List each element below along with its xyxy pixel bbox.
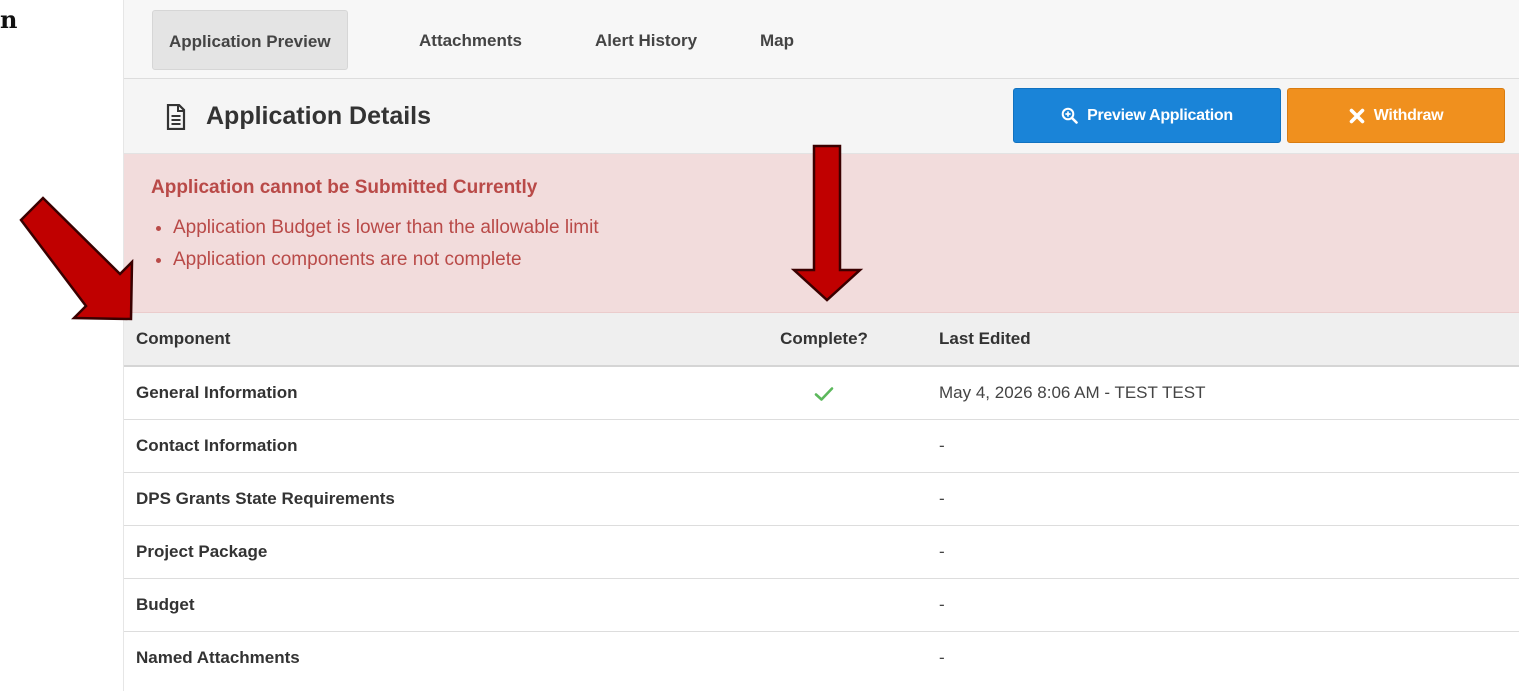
last-edited: - — [939, 436, 945, 455]
tab-bar: Application Preview Attachments Alert Hi… — [124, 0, 1519, 79]
complete-cell — [749, 632, 899, 684]
complete-cell — [749, 579, 899, 631]
component-name: General Information — [136, 383, 298, 402]
withdraw-button[interactable]: Withdraw — [1287, 88, 1505, 143]
tab-attachments[interactable]: Attachments — [419, 10, 522, 70]
components-table: Component Complete? Last Edited General … — [124, 313, 1519, 684]
complete-cell — [749, 473, 899, 525]
component-name: Budget — [136, 595, 195, 614]
table-row: DPS Grants State Requirements - — [124, 473, 1519, 526]
last-edited: - — [939, 489, 945, 508]
last-edited: - — [939, 648, 945, 667]
tab-alert-history[interactable]: Alert History — [595, 10, 697, 70]
tab-map[interactable]: Map — [760, 10, 794, 70]
preview-application-button[interactable]: Preview Application — [1013, 88, 1281, 143]
table-row: General Information May 4, 2026 8:06 AM … — [124, 367, 1519, 420]
details-header: Application Details Preview Application … — [124, 79, 1519, 154]
column-header-component: Component — [136, 329, 231, 348]
complete-cell — [749, 526, 899, 578]
submission-alert: Application cannot be Submitted Currentl… — [124, 154, 1519, 313]
application-panel: Application Preview Attachments Alert Hi… — [123, 0, 1519, 691]
last-edited: May 4, 2026 8:06 AM - TEST TEST — [939, 383, 1206, 402]
table-row: Contact Information - — [124, 420, 1519, 473]
table-row: Named Attachments - — [124, 632, 1519, 684]
page-title: Application Details — [206, 102, 432, 130]
table-header-row: Component Complete? Last Edited — [124, 313, 1519, 367]
cropped-edge-text: n — [0, 5, 18, 34]
tab-application-preview[interactable]: Application Preview — [152, 10, 348, 70]
table-row: Budget - — [124, 579, 1519, 632]
component-name: Project Package — [136, 542, 268, 561]
component-name: Named Attachments — [136, 648, 300, 667]
diagonal-arrow — [19, 196, 134, 321]
table-row: Project Package - — [124, 526, 1519, 579]
last-edited: - — [939, 542, 945, 561]
column-header-complete: Complete? — [780, 329, 868, 348]
zoom-in-icon — [1061, 107, 1078, 124]
document-icon — [166, 104, 186, 130]
complete-cell — [749, 420, 899, 472]
preview-application-label: Preview Application — [1087, 106, 1233, 124]
close-icon — [1349, 108, 1365, 123]
withdraw-label: Withdraw — [1373, 106, 1444, 124]
checkmark-icon — [814, 386, 834, 401]
alert-list: Application Budget is lower than the all… — [151, 212, 599, 276]
alert-item: Application components are not complete — [151, 244, 599, 276]
alert-title: Application cannot be Submitted Currentl… — [151, 177, 538, 198]
component-name: Contact Information — [136, 436, 298, 455]
component-name: DPS Grants State Requirements — [136, 489, 395, 508]
alert-item: Application Budget is lower than the all… — [151, 212, 599, 244]
last-edited: - — [939, 595, 945, 614]
complete-cell — [749, 367, 899, 419]
column-header-last-edited: Last Edited — [939, 329, 1031, 348]
